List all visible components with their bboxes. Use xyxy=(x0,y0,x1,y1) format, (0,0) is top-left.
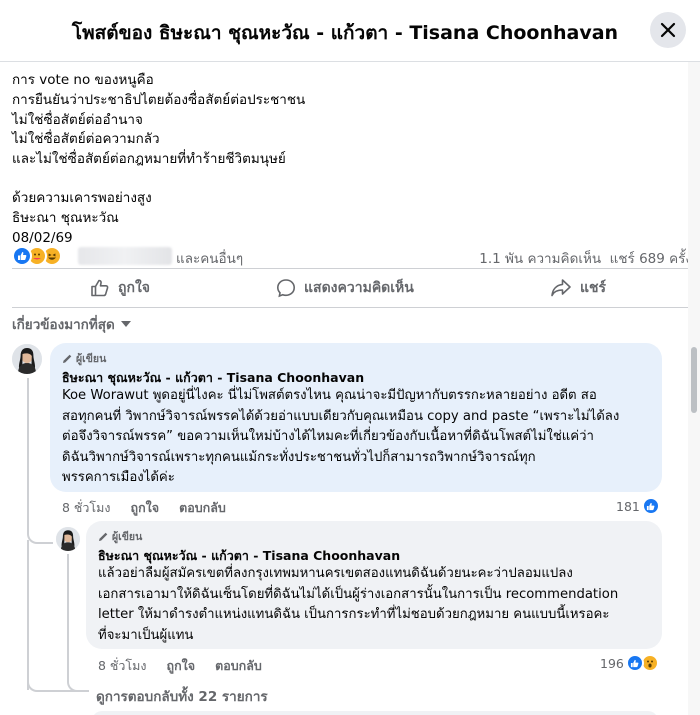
author-badge-label: ผู้เขียน xyxy=(112,530,143,543)
comment-line: ที่จะมาเป็นผู้แทน xyxy=(98,627,194,643)
comment-timestamp[interactable]: 8 ชั่วโมง xyxy=(98,656,147,676)
comment-author[interactable]: ธิษะณา ชุณหะวัณ - แก้วตา - Tisana Choonh… xyxy=(98,546,650,564)
thread-line xyxy=(67,554,69,644)
thread-line xyxy=(27,378,29,508)
share-button[interactable]: แชร์ xyxy=(550,277,606,299)
comment-share-counts[interactable]: 1.1 พัน ความคิดเห็น แชร์ 689 ครั้ง xyxy=(479,247,692,269)
author-badge-label: ผู้เขียน xyxy=(76,352,107,365)
reactions-summary: และคนอื่นๆ 1.1 พัน ความคิดเห็น แชร์ 689 … xyxy=(12,245,692,267)
scrollbar[interactable] xyxy=(688,62,700,715)
profile-photo xyxy=(56,527,80,551)
comment-actions: 8 ชั่วโมง ถูกใจ ตอบกลับ xyxy=(98,656,262,676)
close-icon xyxy=(660,22,676,38)
comment-author[interactable]: ธิษะณา ชุณหะวัณ - แก้วตา - Tisana Choonh… xyxy=(62,368,650,386)
dialog-header: โพสต์ของ ธิษะณา ชุณหะวัณ - แก้วตา - Tisa… xyxy=(0,0,700,62)
post-line: ธิษะณา ชุณหะวัณ xyxy=(12,209,119,226)
comment-sort-dropdown[interactable]: เกี่ยวข้องมากที่สุด xyxy=(12,313,131,335)
reaction-count-value: 181 xyxy=(616,498,640,514)
comment-icon xyxy=(276,279,296,298)
pencil-icon xyxy=(63,354,72,363)
author-badge: ผู้เขียน xyxy=(62,351,650,365)
like-button[interactable]: ถูกใจ xyxy=(90,277,150,299)
avatar[interactable] xyxy=(12,344,42,374)
post-line: ไม่ใช่ซื่อสัตย์ต่ออำนาจ xyxy=(12,111,143,128)
comment-line: ต่อจึงวิจารณ์พรรค” ขอความเห็นใหม่บ้างได้… xyxy=(62,429,594,445)
pencil-icon xyxy=(99,532,108,541)
thread-connector xyxy=(67,640,89,692)
next-comment-bubble xyxy=(92,711,658,715)
blurred-reactor-name xyxy=(78,247,172,265)
thread-connector xyxy=(27,500,53,544)
comment-reply-button[interactable]: ตอบกลับ xyxy=(215,656,262,676)
avatar[interactable] xyxy=(56,527,80,551)
comment-reaction-count[interactable]: 181 xyxy=(616,497,660,515)
comment-like-button[interactable]: ถูกใจ xyxy=(131,498,160,518)
comment-reply-button[interactable]: ตอบกลับ xyxy=(179,498,226,518)
dialog-title: โพสต์ของ ธิษะณา ชุณหะวัณ - แก้วตา - Tisa… xyxy=(71,22,619,44)
profile-photo xyxy=(12,344,42,374)
comment-line: พรรคการเมืองได้ค่ะ xyxy=(62,470,175,486)
comment-line: letter ให้มาดำรงตำแหน่งแทนดิฉัน เป็นการก… xyxy=(98,607,610,623)
comment-text: Koe Worawut พูดอยู่นี่ไงคะ นี่ไม่โพสต์ตร… xyxy=(62,386,650,489)
comment-line: เอกสารเอามาให้ดิฉันเซ็นโดยที่ดิฉันไม่ได้… xyxy=(98,586,619,602)
reactors-others[interactable]: และคนอื่นๆ xyxy=(176,247,243,269)
reaction-count-value: 196 xyxy=(600,655,624,671)
like-reaction-icon xyxy=(641,497,660,515)
sort-label: เกี่ยวข้องมากที่สุด xyxy=(12,317,115,333)
share-button-label: แชร์ xyxy=(580,280,607,296)
post-line: การ vote no ของหนูคือ xyxy=(12,72,154,88)
thumbs-up-icon xyxy=(91,279,109,297)
comment-line: Koe Worawut พูดอยู่นี่ไงคะ นี่ไม่โพสต์ตร… xyxy=(62,388,597,403)
comment-line: แล้วอย่าลืมผู้สมัครเขตที่ลงกรุงเทพมหานคร… xyxy=(98,566,573,581)
comment-reaction-count[interactable]: 196 xyxy=(600,654,659,672)
close-button[interactable] xyxy=(650,12,686,48)
comment-button-label: แสดงความคิดเห็น xyxy=(304,280,414,296)
view-all-replies-link[interactable]: ดูการตอบกลับทั้ง 22 รายการ xyxy=(96,685,268,707)
share-icon xyxy=(551,279,571,297)
post-line: การยืนยันว่าประชาธิปไตยต้องซื่อสัตย์ต่อป… xyxy=(12,91,306,108)
reply-bubble: ผู้เขียน ธิษะณา ชุณหะวัณ - แก้วตา - Tisa… xyxy=(86,521,662,649)
post-line: และไม่ใช่ซื่อสัตย์ต่อกฎหมายที่ทำร้ายชีวิ… xyxy=(12,151,286,168)
comment-like-button[interactable]: ถูกใจ xyxy=(167,656,196,676)
reaction-icons[interactable] xyxy=(12,246,72,266)
post-action-bar: ถูกใจ แสดงความคิดเห็น แชร์ xyxy=(12,268,688,308)
comment-line: สอทุกคนที่ วิพากษ์วิจารณ์พรรคได้ด้วยอ่าแ… xyxy=(62,408,620,424)
comment-text: แล้วอย่าลืมผู้สมัครเขตที่ลงกรุงเทพมหานคร… xyxy=(98,564,650,646)
comment-line: ดิฉันวิพากษ์วิจารณ์เพราะทุกคนแม้กระทั่งป… xyxy=(62,449,536,465)
post-text: การ vote no ของหนูคือ การยืนยันว่าประชาธ… xyxy=(12,71,652,248)
comment-actions: 8 ชั่วโมง ถูกใจ ตอบกลับ xyxy=(62,498,226,518)
comment-bubble: ผู้เขียน ธิษะณา ชุณหะวัณ - แก้วตา - Tisa… xyxy=(50,343,662,492)
like-reaction-icon xyxy=(12,246,32,266)
caret-down-icon xyxy=(120,321,131,327)
comment-button[interactable]: แสดงความคิดเห็น xyxy=(276,277,414,299)
scrollbar-thumb[interactable] xyxy=(691,347,697,413)
post-line: ด้วยความเคารพอย่างสูง xyxy=(12,189,152,206)
like-button-label: ถูกใจ xyxy=(118,280,150,296)
like-reaction-icon xyxy=(625,654,644,672)
author-badge: ผู้เขียน xyxy=(98,529,650,543)
post-line: ไม่ใช่ซื่อสัตย์ต่อความกลัว xyxy=(12,131,160,148)
comment-timestamp[interactable]: 8 ชั่วโมง xyxy=(62,498,111,518)
